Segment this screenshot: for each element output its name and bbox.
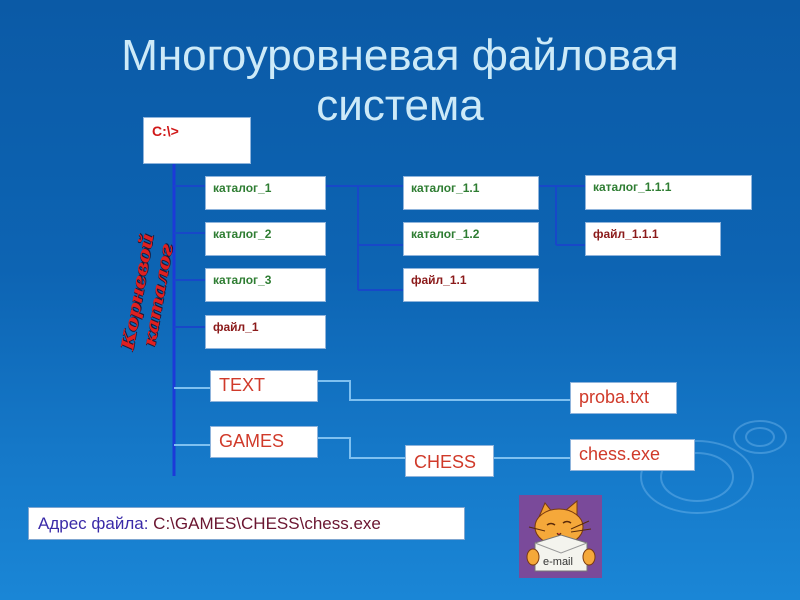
directory-label: каталог_1.1 xyxy=(411,181,480,195)
directory-label: каталог_1.1.1 xyxy=(593,180,672,194)
root-directory-box[interactable]: C:\> xyxy=(143,117,251,164)
directory-label: каталог_3 xyxy=(213,273,272,287)
directory-label: каталог_1.2 xyxy=(411,227,480,241)
directory-games[interactable]: GAMES xyxy=(210,426,318,458)
directory-catalog-1-1-1[interactable]: каталог_1.1.1 xyxy=(585,175,752,210)
file-address-value: C:\GAMES\CHESS\chess.exe xyxy=(153,514,381,533)
directory-catalog-1-1[interactable]: каталог_1.1 xyxy=(403,176,539,210)
branch-games-to-chess xyxy=(318,437,405,459)
directory-label: каталог_1 xyxy=(213,181,272,195)
directory-catalog-2[interactable]: каталог_2 xyxy=(205,222,326,256)
directory-catalog-3[interactable]: каталог_3 xyxy=(205,268,326,302)
directory-label: каталог_2 xyxy=(213,227,272,241)
cat-email-icon: e-mail xyxy=(519,495,602,578)
file-label: файл_1 xyxy=(213,320,259,334)
email-text: e-mail xyxy=(543,556,573,568)
directory-label: TEXT xyxy=(219,375,266,395)
directory-chess[interactable]: CHESS xyxy=(405,445,494,477)
file-proba-txt[interactable]: proba.txt xyxy=(570,382,677,414)
file-label: chess.exe xyxy=(579,444,661,464)
file-address-label: Адрес файла: xyxy=(38,514,149,533)
directory-catalog-1-2[interactable]: каталог_1.2 xyxy=(403,222,539,256)
file-label: proba.txt xyxy=(579,387,650,407)
file-1[interactable]: файл_1 xyxy=(205,315,326,349)
root-directory-label: C:\> xyxy=(152,123,179,139)
file-address-box: Адрес файла: C:\GAMES\CHESS\chess.exe xyxy=(28,507,465,540)
file-label: файл_1.1.1 xyxy=(593,227,659,241)
branch-text-to-proba xyxy=(318,380,570,401)
file-1-1[interactable]: файл_1.1 xyxy=(403,268,539,302)
file-chess-exe[interactable]: chess.exe xyxy=(570,439,695,471)
directory-label: CHESS xyxy=(414,452,477,472)
directory-label: GAMES xyxy=(219,431,285,451)
file-1-1-1[interactable]: файл_1.1.1 xyxy=(585,222,721,256)
file-label: файл_1.1 xyxy=(411,273,467,287)
directory-catalog-1[interactable]: каталог_1 xyxy=(205,176,326,210)
directory-text[interactable]: TEXT xyxy=(210,370,318,402)
